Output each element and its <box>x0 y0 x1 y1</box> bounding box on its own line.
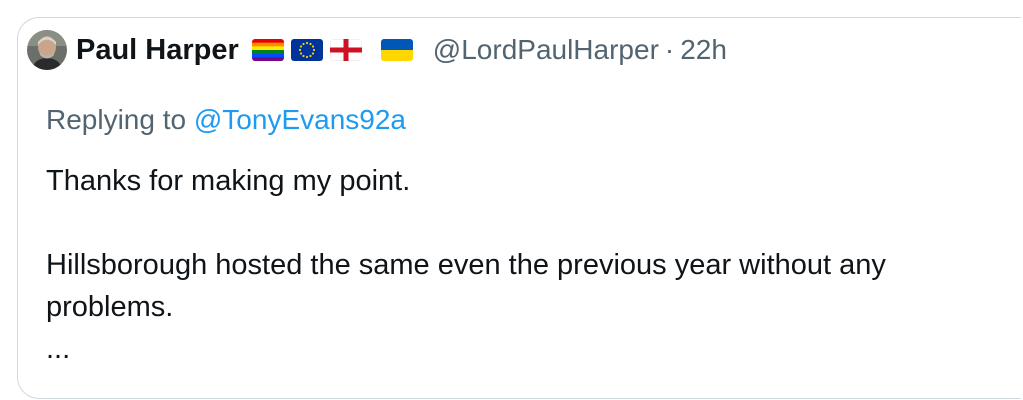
flag-emoji-group <box>251 39 413 61</box>
rainbow-flag-icon <box>251 39 284 61</box>
eu-flag-icon <box>290 39 323 61</box>
user-handle[interactable]: @LordPaulHarper <box>433 34 659 66</box>
replying-to-line: Replying to @TonyEvans92a <box>46 104 406 136</box>
avatar-image <box>27 30 67 70</box>
timestamp[interactable]: 22h <box>680 34 727 66</box>
avatar[interactable] <box>27 30 67 70</box>
display-name[interactable]: Paul Harper <box>76 34 239 67</box>
replying-to-label: Replying to <box>46 104 187 135</box>
separator-dot: · <box>664 34 675 65</box>
tweet-text-line: Thanks for making my point. <box>46 165 411 197</box>
england-flag-icon <box>329 39 362 61</box>
reply-mention-link[interactable]: @TonyEvans92a <box>194 104 406 135</box>
tweet-body: Thanks for making my point. Hillsborough… <box>46 160 996 370</box>
truncation-ellipsis: ... <box>46 333 71 365</box>
tweet-text-line: Hillsborough hosted the same even the pr… <box>46 249 886 323</box>
tweet-header: Paul Harper @LordPaulHarper · 22h <box>27 30 727 70</box>
ukraine-flag-icon <box>380 39 413 61</box>
